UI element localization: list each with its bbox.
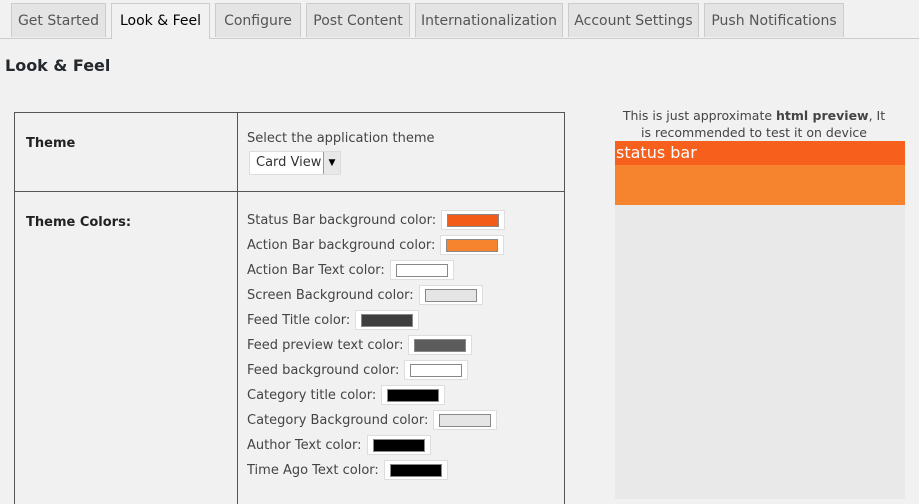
color-row-action-bar: Action Bar background color: — [247, 234, 505, 256]
color-row-author-text: Author Text color: — [247, 434, 431, 456]
color-label: Feed background color: — [247, 362, 400, 378]
color-picker-status-bar[interactable] — [441, 210, 506, 230]
color-label: Feed Title color: — [247, 312, 351, 328]
tab-account-settings[interactable]: Account Settings — [568, 3, 699, 37]
theme-colors-label: Theme Colors: — [26, 215, 132, 230]
tab-post-content[interactable]: Post Content — [306, 3, 410, 37]
color-swatch — [389, 463, 442, 477]
color-picker-feed-background[interactable] — [404, 360, 469, 380]
app-preview: status bar — [615, 141, 905, 499]
column-divider — [237, 113, 238, 504]
theme-select[interactable]: Card View ▼ — [249, 151, 341, 175]
color-picker-category-background[interactable] — [433, 410, 498, 430]
tab-get-started[interactable]: Get Started — [11, 3, 106, 37]
color-picker-screen-background[interactable] — [418, 285, 483, 305]
color-row-action-bar-text: Action Bar Text color: — [247, 259, 454, 281]
color-row-category-title: Category title color: — [247, 384, 446, 406]
color-label: Screen Background color: — [247, 287, 414, 303]
color-row-category-background: Category Background color: — [247, 409, 498, 431]
preview-note-text: This is just approximate — [622, 108, 777, 123]
color-swatch — [387, 388, 440, 402]
color-row-feed-background: Feed background color: — [247, 359, 469, 381]
chevron-down-icon: ▼ — [323, 152, 340, 174]
color-picker-time-ago-text[interactable] — [383, 460, 448, 480]
color-swatch — [424, 288, 477, 302]
color-row-time-ago-text: Time Ago Text color: — [247, 459, 448, 481]
color-picker-feed-title[interactable] — [355, 310, 420, 330]
color-row-feed-title: Feed Title color: — [247, 309, 420, 331]
color-label: Category title color: — [247, 387, 377, 403]
color-picker-author-text[interactable] — [366, 435, 431, 455]
color-label: Action Bar background color: — [247, 237, 436, 253]
color-swatch — [447, 213, 500, 227]
tab-configure[interactable]: Configure — [215, 3, 301, 37]
color-swatch — [414, 338, 467, 352]
color-picker-category-title[interactable] — [381, 385, 446, 405]
color-swatch — [372, 438, 425, 452]
color-swatch — [395, 263, 448, 277]
color-label: Author Text color: — [247, 437, 362, 453]
theme-description: Select the application theme — [247, 131, 435, 146]
color-swatch — [361, 313, 414, 327]
color-row-screen-background: Screen Background color: — [247, 284, 483, 306]
preview-status-bar: status bar — [615, 141, 905, 165]
color-label: Action Bar Text color: — [247, 262, 385, 278]
color-swatch — [410, 363, 463, 377]
color-label: Feed preview text color: — [247, 337, 404, 353]
color-label: Time Ago Text color: — [247, 462, 379, 478]
row-divider — [15, 191, 564, 192]
color-row-feed-preview-text: Feed preview text color: — [247, 334, 473, 356]
tab-look-and-feel[interactable]: Look & Feel — [111, 3, 210, 39]
tab-internationalization[interactable]: Internationalization — [415, 3, 563, 37]
color-picker-action-bar[interactable] — [440, 235, 505, 255]
theme-label: Theme — [26, 136, 76, 151]
color-label: Category Background color: — [247, 412, 429, 428]
color-picker-feed-preview-text[interactable] — [408, 335, 473, 355]
tab-push-notifications[interactable]: Push Notifications — [704, 3, 844, 37]
page-title: Look & Feel — [5, 56, 111, 75]
preview-note-bold: html preview — [776, 108, 869, 123]
preview-action-bar — [615, 165, 905, 205]
color-label: Status Bar background color: — [247, 212, 437, 228]
color-picker-action-bar-text[interactable] — [389, 260, 454, 280]
settings-table: Theme Select the application theme Card … — [14, 112, 565, 504]
color-swatch — [439, 413, 492, 427]
color-swatch — [446, 238, 499, 252]
theme-select-value: Card View — [256, 155, 322, 170]
tab-bar: Get Started Look & Feel Configure Post C… — [0, 0, 919, 39]
color-row-status-bar: Status Bar background color: — [247, 209, 506, 231]
